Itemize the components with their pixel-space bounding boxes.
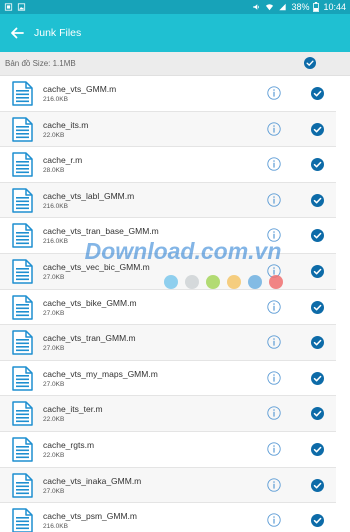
- status-time: 10:44: [323, 2, 346, 12]
- file-size: 216.0KB: [43, 238, 68, 246]
- info-icon[interactable]: [267, 86, 281, 100]
- file-size: 27.0KB: [43, 380, 65, 388]
- arrow-back-icon: [11, 27, 24, 39]
- list-item[interactable]: cache_vts_bike_GMM.m 27.0KB: [0, 289, 336, 326]
- file-icon: [12, 401, 33, 427]
- info-icon[interactable]: [267, 299, 281, 314]
- list-item[interactable]: cache_vts_my_maps_GMM.m 27.0KB: [0, 360, 336, 397]
- file-icon: [12, 330, 33, 355]
- file-icon: [12, 437, 33, 462]
- file-size: 22.0KB: [43, 416, 65, 424]
- file-name: cache_its.m: [43, 119, 89, 130]
- check-icon[interactable]: [311, 158, 324, 172]
- check-icon[interactable]: [311, 336, 324, 350]
- select-all-check-icon[interactable]: [304, 57, 316, 69]
- file-icon: [12, 81, 33, 106]
- check-icon[interactable]: [311, 87, 324, 100]
- file-name: cache_vts_tran_GMM.m: [43, 333, 136, 344]
- info-icon[interactable]: [267, 477, 281, 492]
- list-item[interactable]: cache_vts_psm_GMM.m 216.0KB: [0, 503, 336, 532]
- battery-icon: [313, 2, 320, 12]
- page-title: Junk Files: [34, 27, 82, 39]
- back-button[interactable]: [0, 14, 34, 52]
- file-size: 28.0KB: [43, 167, 65, 175]
- list-item[interactable]: cache_vts_GMM.m 216.0KB: [0, 76, 336, 112]
- file-size: 27.0KB: [43, 273, 65, 281]
- file-name: cache_vts_GMM.m: [43, 84, 117, 94]
- file-name: cache_rgts.m: [43, 439, 95, 450]
- file-list: cache_vts_GMM.m 216.0KB cache_its.m 22.0…: [0, 76, 336, 532]
- summary-row: Bản đồ Size: 1.1MB: [0, 52, 350, 76]
- file-icon: [12, 152, 33, 177]
- list-item[interactable]: cache_vts_inaka_GMM.m 27.0KB: [0, 467, 336, 504]
- check-icon[interactable]: [311, 300, 324, 314]
- list-item[interactable]: cache_its_ter.m 22.0KB: [0, 396, 336, 432]
- list-item[interactable]: cache_its.m 22.0KB: [0, 111, 336, 148]
- file-name: cache_vts_my_maps_GMM.m: [43, 368, 158, 379]
- info-icon[interactable]: [267, 264, 281, 278]
- file-icon: [12, 294, 33, 320]
- file-icon: [12, 508, 33, 532]
- app-bar: Junk Files: [0, 14, 350, 52]
- check-icon[interactable]: [311, 371, 324, 385]
- info-icon[interactable]: [267, 335, 281, 349]
- check-icon[interactable]: [311, 514, 324, 528]
- list-item[interactable]: cache_vts_labl_GMM.m 216.0KB: [0, 182, 336, 219]
- scroll-thumb[interactable]: [340, 76, 344, 226]
- notification-icon: [4, 3, 13, 11]
- file-name: cache_vts_tran_base_GMM.m: [43, 226, 159, 237]
- file-size: 22.0KB: [43, 131, 65, 139]
- file-icon: [12, 472, 33, 498]
- file-name: cache_vts_labl_GMM.m: [43, 190, 135, 201]
- file-icon: [12, 259, 33, 284]
- file-size: 216.0KB: [43, 96, 68, 103]
- file-name: cache_vts_inaka_GMM.m: [43, 475, 142, 486]
- list-item[interactable]: cache_r.m 28.0KB: [0, 147, 336, 183]
- file-name: cache_its_ter.m: [43, 404, 103, 415]
- file-name: cache_vts_vec_bic_GMM.m: [43, 261, 150, 272]
- info-icon[interactable]: [267, 406, 281, 420]
- image-icon: [17, 3, 26, 11]
- list-item[interactable]: cache_vts_tran_GMM.m 27.0KB: [0, 325, 336, 361]
- check-icon[interactable]: [311, 478, 324, 492]
- file-size: 27.0KB: [43, 487, 65, 495]
- info-icon[interactable]: [267, 442, 281, 456]
- check-icon[interactable]: [311, 264, 324, 278]
- info-icon[interactable]: [267, 371, 281, 385]
- status-bar: 38% 10:44: [0, 0, 350, 14]
- info-icon[interactable]: [267, 228, 281, 243]
- file-name: cache_vts_bike_GMM.m: [43, 297, 137, 308]
- signal-icon: [279, 3, 287, 11]
- check-icon[interactable]: [311, 193, 324, 207]
- scrollbar[interactable]: [340, 76, 344, 532]
- file-size: 27.0KB: [43, 309, 65, 317]
- file-size: 216.0KB: [43, 523, 68, 531]
- check-icon[interactable]: [311, 229, 324, 243]
- file-name: cache_vts_psm_GMM.m: [43, 511, 137, 522]
- check-icon[interactable]: [311, 442, 324, 456]
- wifi-icon: [266, 4, 274, 11]
- list-item[interactable]: cache_rgts.m 22.0KB: [0, 431, 336, 468]
- file-icon: [12, 188, 33, 213]
- summary-size-label: Bản đồ Size: 1.1MB: [5, 59, 76, 68]
- list-item[interactable]: cache_vts_tran_base_GMM.m 216.0KB: [0, 218, 336, 254]
- file-name: cache_r.m: [43, 155, 83, 166]
- check-icon[interactable]: [311, 122, 324, 136]
- battery-percent: 38%: [291, 2, 310, 12]
- file-icon: [12, 116, 33, 142]
- file-size: 27.0KB: [43, 345, 65, 353]
- info-icon[interactable]: [267, 157, 281, 171]
- file-size: 22.0KB: [43, 451, 65, 459]
- list-item[interactable]: cache_vts_vec_bic_GMM.m 27.0KB: [0, 253, 336, 290]
- file-size: 216.0KB: [43, 202, 68, 210]
- volume-icon: [253, 4, 260, 10]
- check-icon[interactable]: [311, 407, 324, 421]
- file-icon: [12, 223, 33, 249]
- file-icon: [12, 366, 33, 391]
- info-icon[interactable]: [267, 121, 281, 136]
- info-icon[interactable]: [267, 513, 281, 527]
- info-icon[interactable]: [267, 193, 281, 207]
